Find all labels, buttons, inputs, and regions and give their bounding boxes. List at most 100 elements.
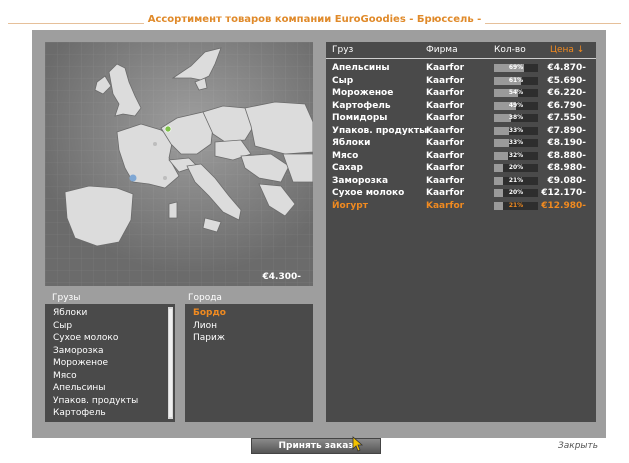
goods-table-row[interactable]: Упаков. продукты Kaarfor 33% €7.890- [326,125,596,138]
quantity-bar: 38% [494,114,538,122]
goods-cell-firm: Kaarfor [426,138,465,148]
goods-table-header: Груз Фирма Кол-во Цена ↓ [326,42,596,59]
quantity-percent: 32% [508,151,524,159]
quantity-bar: 21% [494,176,538,185]
quantity-bar: 32% [494,151,538,160]
goods-cell-name: Заморозка [332,175,389,186]
cargo-list-label: Грузы [52,293,81,303]
goods-table-row[interactable]: Яблоки Kaarfor 33% €8.190- [326,137,596,150]
goods-cell-firm: Kaarfor [426,100,465,111]
quantity-bar: 69% [494,64,538,72]
goods-table-row[interactable]: Апельсины Kaarfor 69% €4.870- [326,62,596,75]
quantity-bar: 21% [494,201,538,210]
goods-table-row[interactable]: Помидоры Kaarfor 38% €7.550- [326,112,596,125]
cargo-list-item[interactable]: Заморозка [45,345,175,358]
goods-table-row[interactable]: Сухое молоко Kaarfor 20% €12.170- [326,187,596,200]
cargo-list-item[interactable]: Сухое молоко [45,332,175,345]
close-button[interactable]: Закрыть [558,441,598,451]
goods-table-body: Апельсины Kaarfor 69% €4.870- Сыр Kaarfor 61% €… [326,62,596,212]
goods-cell-name: Сыр [332,75,354,86]
map-price-label: €4.300- [262,272,301,282]
goods-cell-firm: Kaarfor [426,125,465,136]
goods-table-row[interactable]: Мясо Kaarfor 32% €8.880- [326,150,596,163]
cargo-list-item[interactable]: Апельсины [45,382,175,395]
city-list-item-bordeaux[interactable]: Бордо [185,307,313,320]
quantity-percent: 21% [508,176,524,184]
goods-cell-firm: Kaarfor [426,75,465,86]
quantity-bar: 33% [494,139,538,147]
cargo-list-item[interactable]: Мясо [45,370,175,383]
goods-cell-price: €6.790- [547,100,586,111]
quantity-percent: 20% [508,164,524,171]
quantity-percent: 33% [508,126,524,134]
goods-table-row[interactable]: Сыр Kaarfor 61% €5.690- [326,75,596,88]
column-header-cargo[interactable]: Груз [332,45,353,55]
goods-cell-name: Мясо [332,150,359,161]
quantity-bar: 54% [494,89,538,97]
goods-cell-price: €12.980- [541,200,586,211]
cargo-list-scrollbar[interactable] [168,307,173,419]
goods-cell-price: €6.220- [547,88,586,98]
window-title-text: Ассортимент товаров компании EuroGoodies… [143,14,486,25]
city-list-item-lyon[interactable]: Лион [185,320,313,333]
quantity-bar: 33% [494,126,538,135]
goods-table-row[interactable]: Йогурт Kaarfor 21% €12.980- [326,200,596,213]
cargo-list-item[interactable]: Сыр [45,320,175,333]
quantity-percent: 38% [508,114,524,121]
goods-cell-firm: Kaarfor [426,188,465,198]
goods-cell-name: Картофель [332,100,391,111]
goods-cell-price: €12.170- [541,188,586,198]
goods-cell-name: Яблоки [332,138,371,148]
quantity-bar: 20% [494,189,538,197]
quantity-percent: 61% [508,76,524,84]
goods-cell-price: €7.550- [547,113,586,123]
cargo-scrollbar-thumb[interactable] [169,309,172,417]
quantity-percent: 69% [508,64,524,71]
city-list[interactable]: Бордо Лион Париж [185,304,313,422]
goods-cell-name: Помидоры [332,113,388,123]
mouse-cursor-icon [352,436,364,452]
goods-cell-name: Йогурт [332,200,368,211]
goods-table: Груз Фирма Кол-во Цена ↓ Апельсины Kaarfo… [326,42,596,422]
goods-cell-price: €8.190- [547,138,586,148]
goods-cell-firm: Kaarfor [426,63,465,73]
goods-cell-firm: Kaarfor [426,163,465,173]
goods-table-row[interactable]: Заморозка Kaarfor 21% €9.080- [326,175,596,188]
map-graphic [45,42,313,286]
europe-map[interactable]: €4.300- [45,42,313,286]
goods-cell-firm: Kaarfor [426,200,465,211]
column-header-qty[interactable]: Кол-во [494,45,526,55]
goods-cell-firm: Kaarfor [426,150,465,161]
quantity-percent: 54% [508,89,524,96]
goods-table-row[interactable]: Мороженое Kaarfor 54% €6.220- [326,87,596,100]
window-title: Ассортимент товаров компании EuroGoodies… [0,14,629,30]
title-rule-right [461,23,621,24]
quantity-percent: 33% [508,139,524,146]
goods-cell-name: Мороженое [332,88,394,98]
city-list-label: Города [188,293,222,303]
quantity-percent: 21% [508,201,524,209]
goods-cell-firm: Kaarfor [426,175,465,186]
city-marker-brussels [164,125,172,133]
cargo-list[interactable]: Яблоки Сыр Сухое молоко Заморозка Мороже… [45,304,175,422]
cargo-list-item[interactable]: Яблоки [45,307,175,320]
cargo-list-item[interactable]: Мороженое [45,357,175,370]
city-list-item-paris[interactable]: Париж [185,332,313,345]
goods-cell-name: Апельсины [332,63,390,73]
goods-cell-price: €8.880- [547,150,586,161]
goods-cell-price: €7.890- [547,125,586,136]
goods-cell-name: Упаков. продукты [332,125,428,136]
column-header-price[interactable]: Цена ↓ [550,45,584,55]
quantity-percent: 20% [508,189,524,196]
goods-table-row[interactable]: Картофель Kaarfor 49% €6.790- [326,100,596,113]
city-marker-paris [153,142,157,146]
cargo-list-item[interactable]: Картофель [45,407,175,420]
column-header-firm[interactable]: Фирма [426,45,458,55]
goods-cell-firm: Kaarfor [426,113,465,123]
city-marker-bordeaux [129,174,137,182]
goods-cell-price: €9.080- [547,175,586,186]
cargo-list-item[interactable]: Упаков. продукты [45,395,175,408]
city-marker-lyon [163,176,167,180]
quantity-bar: 61% [494,76,538,85]
goods-table-row[interactable]: Сахар Kaarfor 20% €8.980- [326,162,596,175]
